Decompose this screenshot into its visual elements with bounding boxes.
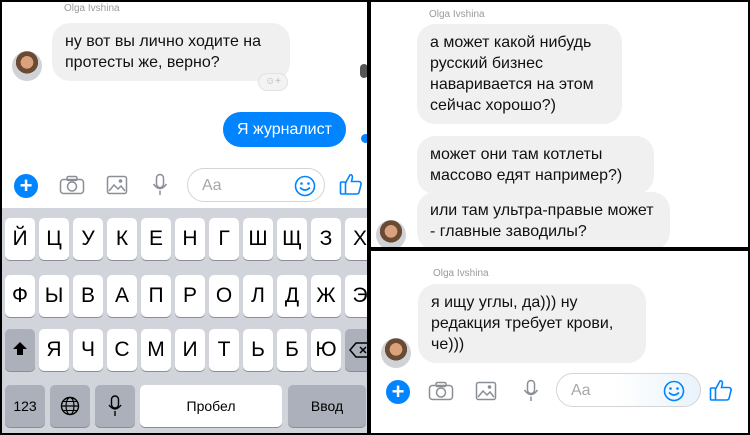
key[interactable]: Ю [311,329,341,371]
input-placeholder: Aa [202,177,222,194]
smiley-icon[interactable] [663,380,685,402]
key[interactable]: Р [175,275,205,317]
key[interactable]: О [209,275,239,317]
plus-icon[interactable]: + [386,380,410,404]
input-placeholder: Aa [571,382,591,399]
shift-icon [13,342,27,355]
shift-key[interactable] [5,329,35,371]
smiley-icon[interactable] [294,175,316,197]
key[interactable]: С [107,329,137,371]
image-icon[interactable] [106,175,128,195]
incoming-message: или там ультра-правые может - главные за… [417,192,670,247]
key[interactable]: П [141,275,171,317]
key[interactable]: Ц [39,218,69,260]
key[interactable]: Б [277,329,307,371]
thumbs-up-icon[interactable] [339,172,363,196]
key[interactable]: В [73,275,103,317]
globe-icon [60,396,80,416]
left-chat-screenshot: Olga Ivshina ну вот вы лично ходите на п… [2,2,367,433]
seen-indicator [361,134,367,143]
key[interactable]: К [107,218,137,260]
avatar [381,338,411,368]
key[interactable]: Я [39,329,69,371]
globe-key[interactable] [50,385,90,427]
key[interactable]: Д [277,275,307,317]
key[interactable]: М [141,329,171,371]
backspace-icon [349,342,367,358]
return-key[interactable]: Ввод [288,385,366,427]
key[interactable]: Н [175,218,205,260]
camera-icon[interactable] [59,175,85,195]
key[interactable]: Щ [277,218,307,260]
key[interactable]: У [73,218,103,260]
bottom-right-chat-screenshot: Olga Ivshina я ищу углы, да))) ну редакц… [371,251,748,433]
incoming-message: а может какой нибудь русский бизнес нава… [417,24,622,124]
key[interactable]: А [107,275,137,317]
composer-bar: + Aa [371,368,748,414]
composer-bar: + Aa [2,162,367,208]
thumbs-up-icon[interactable] [709,378,733,402]
plus-icon[interactable]: + [14,174,38,198]
microphone-icon[interactable] [152,173,168,197]
outgoing-message: Я журналист [223,112,346,147]
sender-name: Olga Ivshina [433,268,489,279]
key[interactable]: Й [5,218,35,260]
avatar-edge [360,64,367,78]
key[interactable]: Э [345,275,367,317]
key[interactable]: Г [209,218,239,260]
key[interactable]: Т [209,329,239,371]
incoming-message: ну вот вы лично ходите на протесты же, в… [52,23,290,81]
backspace-key[interactable] [345,329,367,371]
microphone-icon[interactable] [523,379,539,403]
key[interactable]: И [175,329,205,371]
key[interactable]: Ф [5,275,35,317]
key[interactable]: Ы [39,275,69,317]
top-right-chat-screenshot: Olga Ivshina а может какой нибудь русски… [371,2,748,247]
key[interactable]: Ж [311,275,341,317]
key[interactable]: Х [345,218,367,260]
image-icon[interactable] [475,381,497,401]
space-key[interactable]: Пробел [140,385,282,427]
reaction-button[interactable]: ☺+ [258,73,288,91]
microphone-icon [108,395,122,416]
camera-icon[interactable] [428,381,454,401]
numbers-key[interactable]: 123 [5,385,45,427]
incoming-message: я ищу углы, да))) ну редакция требует кр… [418,284,646,363]
key[interactable]: З [311,218,341,260]
key[interactable]: Ь [243,329,273,371]
avatar [12,51,42,81]
keyboard: Й Ц У К Е Н Г Ш Щ З Х Ф Ы В А П Р О Л Д … [2,208,367,433]
dictation-key[interactable] [95,385,135,427]
key[interactable]: Ш [243,218,273,260]
key[interactable]: Ч [73,329,103,371]
key[interactable]: Л [243,275,273,317]
sender-name: Olga Ivshina [64,3,120,14]
avatar [376,220,406,247]
sender-name: Olga Ivshina [429,9,485,20]
incoming-message: может они там котлеты массово едят напри… [417,136,654,194]
key[interactable]: Е [141,218,171,260]
